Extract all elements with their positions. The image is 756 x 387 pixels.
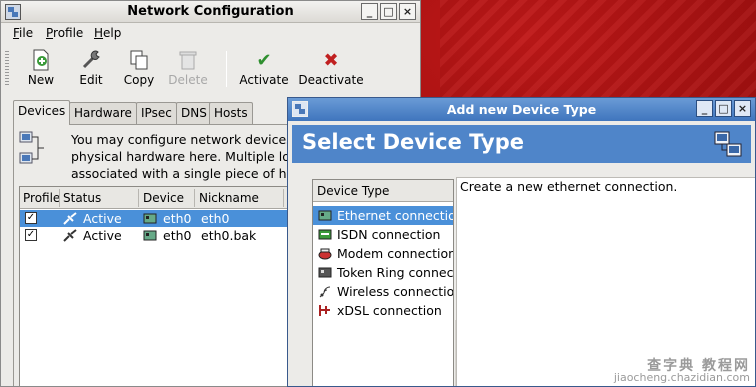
- dialog-maximize-button[interactable]: □: [715, 100, 732, 117]
- column-profile[interactable]: Profile: [23, 191, 60, 205]
- new-button[interactable]: New: [13, 49, 69, 93]
- list-item-wireless[interactable]: Wireless connection: [313, 282, 453, 301]
- active-plug-icon: [63, 212, 77, 225]
- tab-ipsec[interactable]: IPsec: [136, 102, 177, 124]
- tab-dns[interactable]: DNS: [176, 102, 212, 124]
- device-type-list: Device Type Ethernet connection ISDN con…: [312, 179, 454, 386]
- copy-button[interactable]: Copy: [111, 49, 167, 93]
- description-pane: Create a new ethernet connection.: [456, 177, 755, 386]
- x-icon: ✖: [323, 50, 339, 71]
- network-devices-icon: [19, 131, 44, 165]
- list-item-ethernet[interactable]: Ethernet connection: [313, 206, 453, 225]
- banner-title: Select Device Type: [302, 130, 524, 154]
- delete-icon: [160, 49, 216, 73]
- profile-checkbox[interactable]: ✓: [25, 212, 37, 224]
- list-item-xdsl[interactable]: xDSL connection: [313, 301, 453, 320]
- list-item-token-ring[interactable]: Token Ring connection: [313, 263, 453, 282]
- toolbar-separator: [226, 51, 227, 87]
- list-item-isdn[interactable]: ISDN connection: [313, 225, 453, 244]
- modem-icon: [318, 248, 332, 260]
- wireless-icon: [319, 286, 331, 298]
- tab-devices[interactable]: Devices: [13, 100, 71, 125]
- minimize-button[interactable]: _: [361, 3, 378, 20]
- ethernet-card-icon: [318, 210, 332, 221]
- dialog-banner: Select Device Type: [292, 125, 751, 163]
- close-button[interactable]: ×: [399, 3, 416, 20]
- add-device-type-dialog: Add new Device Type _ □ × Select Device …: [287, 97, 756, 387]
- toolbar: New Edit Copy Delete ✔ Activate ✖ Deacti…: [1, 45, 420, 93]
- ethernet-card-icon: [143, 230, 157, 241]
- menu-help[interactable]: Help: [94, 26, 121, 40]
- active-plug-icon: [63, 229, 77, 242]
- token-ring-icon: [318, 267, 332, 278]
- tab-hosts[interactable]: Hosts: [209, 102, 253, 124]
- profile-checkbox[interactable]: ✓: [25, 229, 37, 241]
- dialog-title-bar[interactable]: Add new Device Type _ □ ×: [288, 98, 755, 121]
- menu-bar: File Profile Help: [1, 23, 420, 44]
- dialog-title: Add new Device Type: [446, 102, 597, 117]
- copy-icon: [111, 49, 167, 73]
- device-type-description: Create a new ethernet connection.: [460, 179, 678, 194]
- column-status[interactable]: Status: [63, 191, 101, 205]
- activate-button[interactable]: ✔ Activate: [236, 49, 292, 93]
- network-devices-icon: [713, 128, 745, 160]
- dialog-close-button[interactable]: ×: [734, 100, 751, 117]
- delete-button[interactable]: Delete: [160, 49, 216, 93]
- menu-file[interactable]: File: [13, 26, 33, 40]
- list-item-modem[interactable]: Modem connection: [313, 244, 453, 263]
- tab-hardware[interactable]: Hardware: [69, 102, 137, 124]
- maximize-button[interactable]: □: [380, 3, 397, 20]
- isdn-card-icon: [318, 229, 332, 240]
- title-bar[interactable]: Network Configuration _ □ ×: [1, 1, 420, 23]
- column-device[interactable]: Device: [143, 191, 184, 205]
- window-title: Network Configuration: [127, 4, 294, 19]
- xdsl-icon: [319, 305, 330, 316]
- column-nickname[interactable]: Nickname: [199, 191, 259, 205]
- deactivate-button[interactable]: ✖ Deactivate: [298, 49, 364, 93]
- new-icon: [13, 49, 69, 73]
- watermark: 查字典 教程网 jiaocheng.chazidian.com: [613, 358, 750, 384]
- list-header[interactable]: Device Type: [313, 180, 453, 202]
- toolbar-handle[interactable]: [5, 51, 9, 85]
- menu-profile[interactable]: Profile: [46, 26, 83, 40]
- ethernet-card-icon: [143, 213, 157, 224]
- check-icon: ✔: [256, 50, 272, 71]
- dialog-minimize-button[interactable]: _: [696, 100, 713, 117]
